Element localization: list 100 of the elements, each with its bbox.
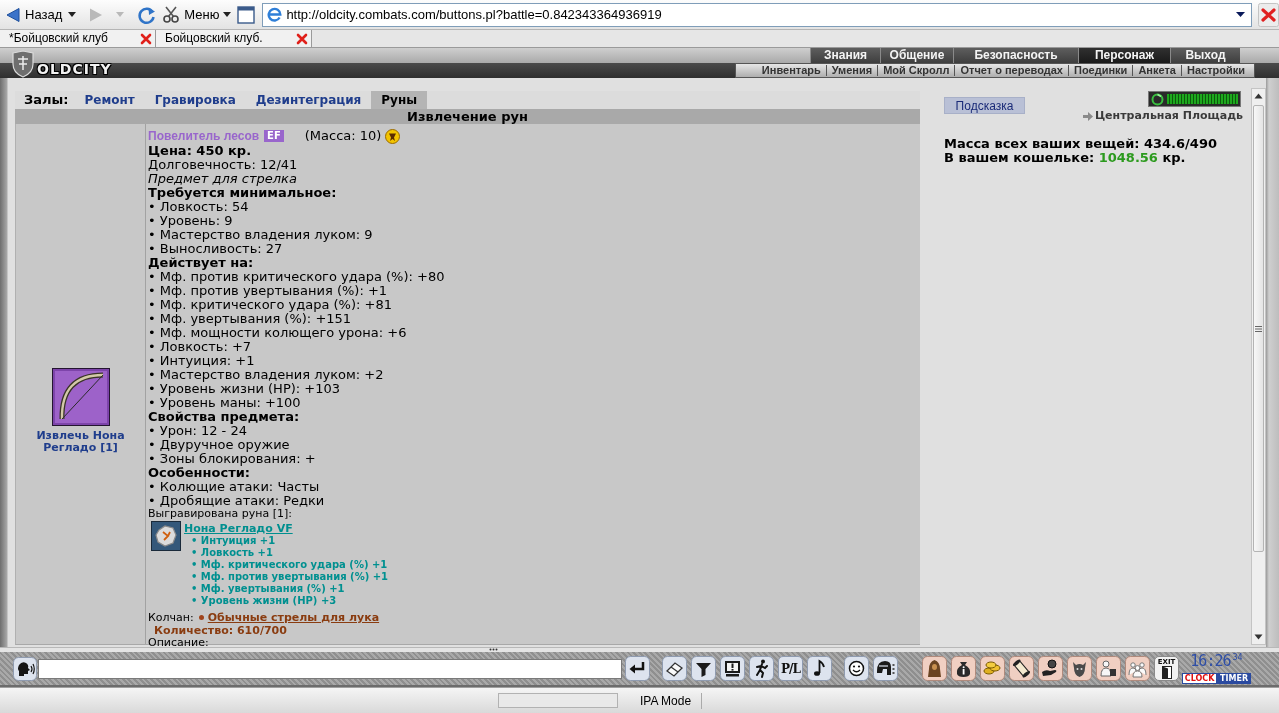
- rune-bonus-line: • Мф. критического удара (%) +1: [190, 559, 389, 571]
- stat-line: • Зоны блокирования: +: [148, 452, 317, 466]
- speaking-head-icon[interactable]: [13, 656, 37, 681]
- sub-menu-link[interactable]: Отчет о переводах: [954, 65, 1068, 76]
- item-durability: Долговечность: 12/41: [148, 158, 299, 172]
- hand-coin-icon[interactable]: [1038, 656, 1063, 681]
- bullet-icon: [198, 615, 204, 620]
- sub-menu-link[interactable]: Умения: [825, 65, 878, 76]
- logo-text: OLDCITY: [37, 62, 112, 76]
- arrows-link[interactable]: Обычные стрелы для лука: [207, 611, 380, 624]
- item-class-note: Предмет для стрелка: [148, 172, 298, 186]
- runner-icon[interactable]: [749, 656, 774, 681]
- top-menu-tab[interactable]: Знания: [810, 48, 880, 63]
- item-price: Цена: 450 кр.: [148, 144, 253, 158]
- item-mass: (Масса: 10): [304, 129, 382, 143]
- site-icon: [267, 7, 283, 22]
- stat-line: • Двуручное оружие: [148, 438, 290, 452]
- hall-tab[interactable]: Руны: [371, 91, 428, 109]
- alert-monitor-icon[interactable]: [720, 656, 745, 681]
- section-heading: Требуется минимальное:: [148, 186, 338, 200]
- close-icon[interactable]: [1258, 2, 1279, 27]
- stat-line: • Уровень жизни (HP): +103: [148, 382, 340, 396]
- eraser-icon[interactable]: [662, 656, 687, 681]
- caret-icon[interactable]: [68, 12, 77, 17]
- smiley-icon[interactable]: [844, 656, 869, 681]
- filter-icon[interactable]: [691, 656, 716, 681]
- sub-menu-link[interactable]: Настройки: [1180, 65, 1250, 76]
- stat-line: • Мф. критического удара (%): +81: [148, 298, 393, 312]
- chat-input[interactable]: [38, 658, 622, 679]
- helmet-icon[interactable]: [873, 656, 898, 681]
- sub-menu-link[interactable]: Анкета: [1132, 65, 1181, 76]
- stat-line: • Мф. против увертывания (%): +1: [148, 284, 389, 298]
- rune-bonus-line: • Интуиция +1: [190, 535, 277, 547]
- stat-line: • Колющие атаки: Часты: [148, 480, 321, 494]
- halls-label: Залы:: [24, 91, 70, 109]
- bow-icon: [51, 368, 110, 426]
- stat-line: • Ловкость: +7: [148, 340, 253, 354]
- tab-close-icon[interactable]: [140, 32, 152, 45]
- caret-icon[interactable]: [223, 12, 232, 17]
- grip-icon: [1255, 325, 1262, 332]
- person-icon[interactable]: [1096, 656, 1121, 681]
- hall-tab[interactable]: Дезинтеграция: [245, 91, 372, 109]
- beast-icon[interactable]: [1067, 656, 1092, 681]
- item-grade-badge: EF: [264, 130, 284, 142]
- window-icon[interactable]: [237, 5, 256, 24]
- caret-icon[interactable]: [1236, 12, 1245, 17]
- stat-line: • Урон: 12 - 24: [148, 424, 247, 438]
- clock-seconds: 34: [1232, 653, 1243, 662]
- top-menu-tab[interactable]: Безопасность: [953, 48, 1078, 63]
- section-heading: Действует на:: [148, 256, 255, 270]
- sub-menu-link[interactable]: Поединки: [1067, 65, 1133, 76]
- address-field[interactable]: http://oldcity.combats.com/buttons.pl?battle=0.842343364936919: [286, 6, 1232, 23]
- top-menu-tab[interactable]: Выход: [1170, 48, 1240, 63]
- hint-button[interactable]: Подсказка: [944, 97, 1025, 114]
- stat-line: • Мф. увертывания (%): +151: [148, 312, 353, 326]
- back-button[interactable]: Назад: [3, 1, 65, 28]
- sub-menu-link[interactable]: Мой Скролл: [877, 65, 955, 76]
- wallet-balance: В вашем кошельке: 1048.56 кр.: [944, 151, 1187, 165]
- tab-close-icon[interactable]: [296, 32, 308, 45]
- clock-mode-tab[interactable]: TIMER: [1217, 672, 1251, 684]
- rune-bonus-line: • Мф. против увертывания (%) +1: [190, 571, 389, 583]
- rune-bonus-line: • Уровень жизни (HP) +3: [190, 595, 338, 607]
- clock-time: 16:26: [1190, 653, 1231, 669]
- scroll-icon[interactable]: [1009, 656, 1034, 681]
- top-menu-tab[interactable]: Персонаж: [1078, 48, 1170, 63]
- stat-line: • Уровень маны: +100: [148, 396, 302, 410]
- status-mode-text: IPA Mode: [640, 692, 703, 709]
- rune-stone-icon: [151, 521, 181, 551]
- stat-line: • Ловкость: 54: [148, 200, 250, 214]
- ring-icon: [1151, 92, 1164, 106]
- browser-tab[interactable]: Бойцовский клуб.: [156, 30, 312, 47]
- rune-bonus-line: • Мф. увертывания (%) +1: [190, 583, 346, 595]
- back-icon: [5, 6, 21, 23]
- stat-line: • Выносливость: 27: [148, 242, 284, 256]
- stat-line: • Интуиция: +1: [148, 354, 256, 368]
- total-mass: Масса всех ваших вещей: 434.6/490: [944, 137, 1218, 151]
- enter-icon[interactable]: [625, 656, 650, 681]
- music-note-icon[interactable]: [807, 656, 832, 681]
- hall-tab[interactable]: Ремонт: [74, 91, 145, 109]
- quiver-label: Колчан:: [148, 611, 194, 624]
- browser-tab[interactable]: *Бойцовский клуб: [0, 30, 156, 47]
- stat-line: • Уровень: 9: [148, 214, 234, 228]
- section-heading: Особенности:: [148, 466, 251, 480]
- location-link[interactable]: Центральная Площадь: [1082, 110, 1243, 122]
- money-bag-icon[interactable]: [951, 656, 976, 681]
- section-heading: Свойства предмета:: [148, 410, 301, 424]
- stat-line: • Дробящие атаки: Редки: [148, 494, 326, 508]
- section-header: Извлечение рун: [15, 109, 920, 124]
- extract-rune-link[interactable]: Извлечь Нона Регладо [1]: [25, 430, 136, 454]
- pl-button[interactable]: P/L: [778, 656, 803, 681]
- top-menu-tab[interactable]: Общение: [880, 48, 953, 63]
- description-label: Описание:: [148, 637, 210, 649]
- scrollbar-thumb[interactable]: [1253, 105, 1264, 552]
- hall-tab[interactable]: Гравировка: [144, 91, 246, 109]
- address-bar[interactable]: http://oldcity.combats.com/buttons.pl?battle=0.842343364936919: [262, 2, 1252, 27]
- clock-mode-tab[interactable]: CLOCK: [1182, 672, 1218, 684]
- grip-icon[interactable]: [489, 648, 498, 651]
- menu-button[interactable]: Меню: [160, 1, 234, 28]
- sub-menu-link[interactable]: Инвентарь: [756, 65, 826, 76]
- hooded-figure-icon[interactable]: [922, 656, 947, 681]
